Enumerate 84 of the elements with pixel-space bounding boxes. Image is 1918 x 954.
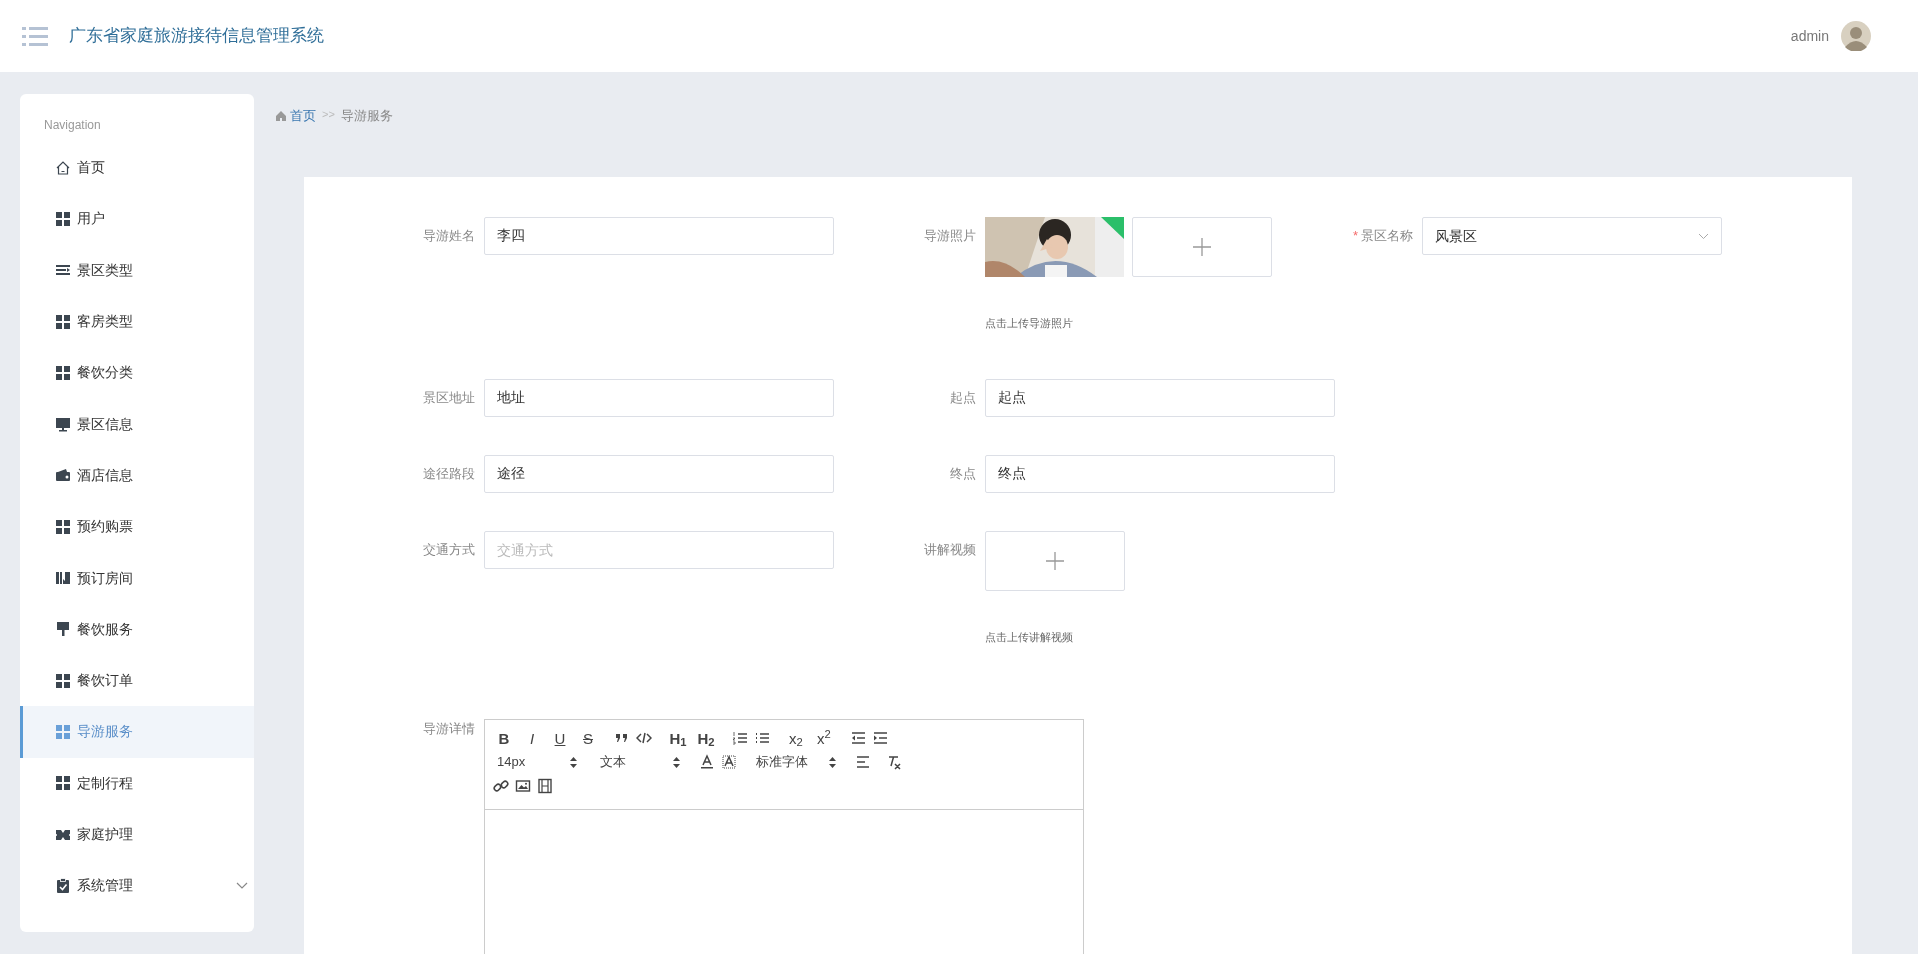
field-label: 途径路段 xyxy=(422,464,476,483)
text-field[interactable]: 李四 xyxy=(484,217,834,255)
text-field[interactable]: 地址 xyxy=(484,378,834,417)
image-icon[interactable] xyxy=(515,778,531,794)
sidebar-item[interactable]: 家庭护理 xyxy=(20,808,254,861)
field-label: 起点 xyxy=(949,388,977,407)
sidebar-item[interactable]: 景区类型 xyxy=(20,244,254,296)
required-mark: * xyxy=(1352,228,1358,243)
text-field[interactable]: 起点 xyxy=(985,378,1335,417)
field-label: * 景区名称 xyxy=(1351,227,1414,245)
brush-icon xyxy=(55,621,71,638)
user-name[interactable]: admin xyxy=(1790,25,1829,47)
upload-hint: 点击上传讲解视频 xyxy=(985,629,1074,645)
clear-format-icon[interactable] xyxy=(886,754,902,770)
field-label: 景区地址 xyxy=(422,388,476,407)
grid-icon xyxy=(55,723,71,740)
sidebar-item[interactable]: 餐饮服务 xyxy=(20,603,254,655)
plus-icon xyxy=(1045,550,1065,571)
sidebar-item[interactable]: 客房类型 xyxy=(20,295,254,348)
grid-icon xyxy=(55,775,71,792)
sidebar-item[interactable]: 酒店信息 xyxy=(20,449,254,502)
ordered-list-icon[interactable] xyxy=(732,730,748,746)
dropdown[interactable]: 文本 xyxy=(596,752,684,772)
toolbar-button[interactable]: B xyxy=(493,730,515,746)
plus-icon xyxy=(1192,237,1212,257)
grid-icon xyxy=(55,518,71,535)
grid-icon xyxy=(55,313,71,330)
sidebar-item[interactable]: 定制行程 xyxy=(20,757,254,809)
wallet-icon xyxy=(55,467,71,484)
code-icon[interactable] xyxy=(636,730,652,746)
sidebar-item[interactable]: 餐饮订单 xyxy=(20,654,254,707)
grid-icon xyxy=(55,364,71,381)
books-icon xyxy=(55,570,71,586)
app-title: 广东省家庭旅游接待信息管理系统 xyxy=(69,25,324,48)
sidebar-item[interactable]: 餐饮分类 xyxy=(20,347,254,399)
breadcrumb-separator: >> xyxy=(322,107,335,122)
grid-icon xyxy=(55,672,71,689)
toolbar-button[interactable]: S xyxy=(577,730,599,746)
sidebar-item[interactable]: 首页 xyxy=(20,142,254,194)
breadcrumb-current: 导游服务 xyxy=(340,107,393,125)
align-left-icon[interactable] xyxy=(855,754,871,770)
text-field[interactable]: 途径 xyxy=(484,454,834,493)
nav-heading: Navigation xyxy=(43,117,102,134)
upload-hint: 点击上传导游照片 xyxy=(985,316,1074,331)
up-down-icon xyxy=(673,756,680,768)
dropdown[interactable]: 标准字体 xyxy=(752,752,840,772)
select-field[interactable]: 风景区 xyxy=(1422,217,1722,255)
avatar[interactable] xyxy=(1841,21,1871,51)
sidebar-item[interactable]: 系统管理 xyxy=(20,860,254,912)
clipboard-icon xyxy=(55,877,71,894)
breadcrumb-link[interactable]: 首页 xyxy=(275,106,316,126)
toolbar-button[interactable]: I xyxy=(521,730,543,746)
toolbar-button[interactable]: H$_{2}$ xyxy=(695,730,717,746)
sidebar-item[interactable]: 景区信息 xyxy=(20,398,254,450)
bullet-list-icon[interactable] xyxy=(754,730,770,746)
up-down-icon xyxy=(829,756,836,768)
highlight-icon[interactable] xyxy=(721,754,737,770)
video-icon[interactable] xyxy=(537,778,553,794)
toolbar-button[interactable]: x$^{2}$ xyxy=(813,730,835,746)
monitor-icon xyxy=(55,416,71,433)
field-label: 导游详情 xyxy=(422,720,476,738)
sidebar-item[interactable]: 用户 xyxy=(20,193,254,245)
outdent-icon[interactable] xyxy=(850,730,866,746)
indent-icon[interactable] xyxy=(872,730,888,746)
sidebar-item[interactable]: 预约购票 xyxy=(20,501,254,553)
dropdown[interactable]: 14px xyxy=(493,752,581,772)
field-label: 讲解视频 xyxy=(923,540,977,559)
sidebar-item[interactable]: 预订房间 xyxy=(20,552,254,604)
field-label: 终点 xyxy=(949,464,977,483)
toolbar-button[interactable]: U xyxy=(549,730,571,746)
grid-icon xyxy=(55,210,71,227)
field-label: 交通方式 xyxy=(422,540,476,559)
text-field[interactable]: 终点 xyxy=(985,454,1335,493)
link-icon[interactable] xyxy=(493,778,509,794)
up-down-icon xyxy=(570,756,577,768)
chevron-down-icon xyxy=(1698,232,1709,240)
toolbar-button[interactable]: x$_{2}$ xyxy=(785,730,807,746)
text-field[interactable]: 交通方式 xyxy=(484,530,834,569)
home-icon xyxy=(55,159,71,176)
toolbar-button[interactable]: H$_{1}$ xyxy=(667,730,689,746)
text-color-icon[interactable] xyxy=(699,754,715,770)
field-label: 导游照片 xyxy=(923,227,977,245)
field-label: 导游姓名 xyxy=(422,227,476,245)
home-icon xyxy=(275,109,287,122)
